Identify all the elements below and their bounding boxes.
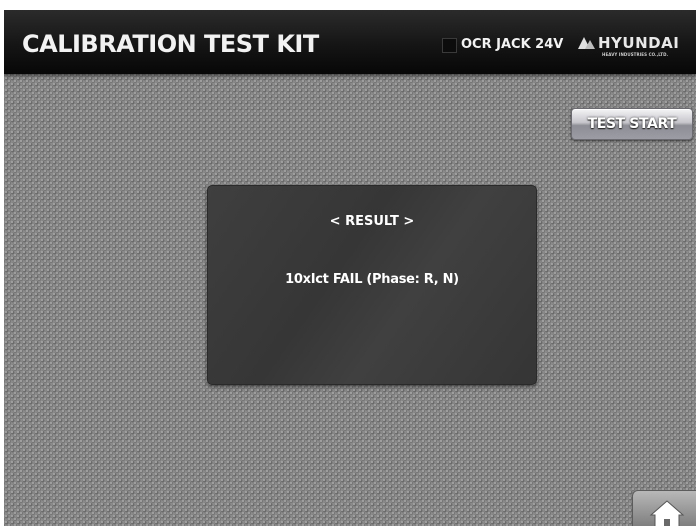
test-start-button[interactable]: TEST START <box>571 108 693 140</box>
result-message: 10xIct FAIL (Phase: R, N) <box>285 272 459 287</box>
brand-logo: HYUNDAI HEAVY INDUSTRIES CO.,LTD. <box>578 34 688 60</box>
header-bar: CALIBRATION TEST KIT OCR JACK 24V HYUNDA… <box>4 10 696 74</box>
test-start-label: TEST START <box>587 116 677 132</box>
home-icon <box>649 500 685 526</box>
brand-name: HYUNDAI <box>598 34 680 52</box>
result-heading: < RESULT > <box>329 214 415 229</box>
home-button[interactable] <box>632 490 696 526</box>
app-title: CALIBRATION TEST KIT <box>22 30 319 58</box>
app-screen: CALIBRATION TEST KIT OCR JACK 24V HYUNDA… <box>4 10 696 526</box>
device-indicator <box>442 38 457 53</box>
triangle-logo-icon <box>578 37 595 49</box>
brand-subtitle: HEAVY INDUSTRIES CO.,LTD. <box>602 52 669 57</box>
device-label: OCR JACK 24V <box>461 37 564 52</box>
result-panel: < RESULT > 10xIct FAIL (Phase: R, N) <box>207 185 537 385</box>
